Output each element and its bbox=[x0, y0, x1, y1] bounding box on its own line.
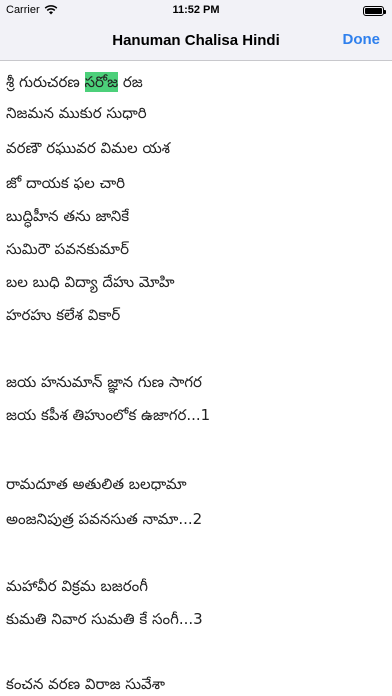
lyric-line-1-before: శ్రీ గురుచరణ bbox=[6, 73, 85, 91]
lyric-line-5: బుద్ధిహీన తను జానికే bbox=[6, 207, 130, 225]
lyric-line-14: కుమతి నివార సుమతి కే సంగీ...3 bbox=[6, 610, 203, 628]
lyric-line-3: వరణౌ రఘువర విమల యశ bbox=[6, 139, 170, 157]
lyric-line-9: జయ హనుమాన్ జ్ఞాన గుణ సాగర bbox=[6, 373, 202, 391]
status-bar: Carrier 11:52 PM bbox=[0, 0, 392, 22]
nav-title: Hanuman Chalisa Hindi bbox=[112, 32, 280, 49]
lyric-line-15: కంచన వరణ విరాజ సువేశా bbox=[6, 675, 165, 693]
navigation-bar: Hanuman Chalisa Hindi Done bbox=[0, 22, 392, 61]
lyric-line-12: అంజనిపుత్ర పవనసుత నామా...2 bbox=[6, 510, 203, 528]
lyric-line-2: నిజమన ముకుర సుధారి bbox=[6, 104, 147, 122]
lyric-line-4: జో దాయక ఫల చారి bbox=[6, 174, 126, 192]
lyric-line-11: రామదూత అతులిత బలధామా bbox=[6, 475, 187, 493]
lyric-line-7: బల బుధి విద్యా దేహు మోహి bbox=[6, 273, 175, 291]
highlighted-word: సరోజ bbox=[84, 72, 119, 92]
lyric-line-1-after: రజ bbox=[118, 73, 143, 91]
battery-icon bbox=[363, 6, 386, 16]
lyric-line-13: మహావీర విక్రమ బజరంగీ bbox=[6, 577, 148, 595]
lyrics-text-view[interactable]: శ్రీ గురుచరణ సరోజ రజ నిజమన ముకుర సుధారి … bbox=[0, 61, 392, 696]
lyric-line-8: హరహు కలేశ వికార్ bbox=[6, 306, 121, 324]
lyric-line-1: శ్రీ గురుచరణ సరోజ రజ bbox=[6, 70, 143, 94]
done-button[interactable]: Done bbox=[343, 31, 381, 48]
lyric-line-10: జయ కపీశ తిహుంలోక ఉజాగర...1 bbox=[6, 406, 211, 424]
status-time: 11:52 PM bbox=[172, 4, 220, 16]
lyric-line-6: సుమిరౌ పవనకుమార్ bbox=[6, 240, 130, 258]
